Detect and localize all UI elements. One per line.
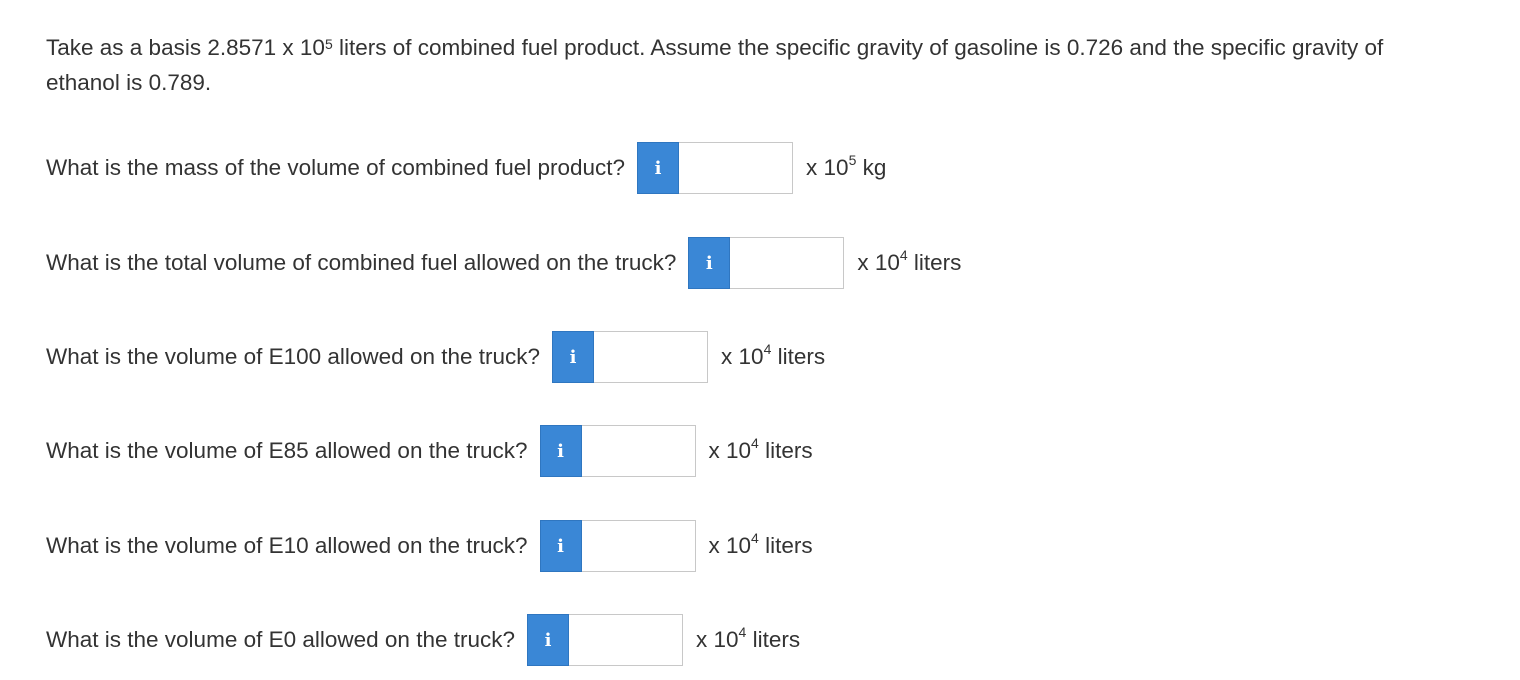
unit-label: x 104 liters [708, 530, 813, 558]
info-icon: i [557, 440, 564, 462]
question-text: What is the volume of E0 allowed on the … [46, 627, 515, 652]
problem-statement: Take as a basis 2.8571 x 105 liters of c… [46, 30, 1446, 100]
unit-label: x 104 liters [708, 435, 813, 463]
answer-input-e85[interactable] [581, 425, 696, 477]
info-button[interactable]: i [688, 237, 731, 289]
info-icon: i [544, 629, 552, 651]
question-text: What is the volume of E10 allowed on the… [46, 533, 528, 558]
problem-statement-exponent: 5 [324, 36, 333, 52]
info-icon: i [705, 252, 713, 274]
info-icon: i [569, 346, 577, 368]
answer-input-e0[interactable] [569, 614, 683, 666]
question-row-total-volume: What is the total volume of combined fue… [46, 236, 961, 290]
question-row-e10: What is the volume of E10 allowed on the… [46, 519, 813, 573]
question-row-e0: What is the volume of E0 allowed on the … [46, 613, 800, 667]
info-button[interactable]: i [637, 142, 680, 194]
unit-label: x 104 liters [721, 341, 826, 369]
question-text: What is the mass of the volume of combin… [46, 155, 626, 180]
question-row-e100: What is the volume of E100 allowed on th… [46, 330, 825, 384]
unit-label: x 104 liters [696, 624, 801, 652]
info-button[interactable]: i [539, 425, 582, 477]
question-row-e85: What is the volume of E85 allowed on the… [46, 424, 813, 478]
question-text: What is the volume of E100 allowed on th… [46, 344, 541, 369]
question-text: What is the total volume of combined fue… [46, 250, 677, 275]
answer-input-e10[interactable] [581, 520, 696, 572]
answer-input-mass[interactable] [679, 142, 794, 194]
question-row-mass: What is the mass of the volume of combin… [46, 141, 886, 195]
info-button[interactable]: i [527, 614, 569, 666]
info-button[interactable]: i [539, 520, 582, 572]
info-button[interactable]: i [552, 331, 595, 383]
info-icon: i [557, 535, 564, 557]
unit-label: x 104 liters [857, 247, 962, 275]
info-icon: i [654, 157, 662, 179]
question-text: What is the volume of E85 allowed on the… [46, 438, 528, 463]
problem-statement-part1: Take as a basis 2.8571 x 10 [46, 35, 325, 60]
answer-input-total-volume[interactable] [730, 237, 845, 289]
answer-input-e100[interactable] [594, 331, 709, 383]
unit-label: x 105 kg [806, 152, 887, 180]
